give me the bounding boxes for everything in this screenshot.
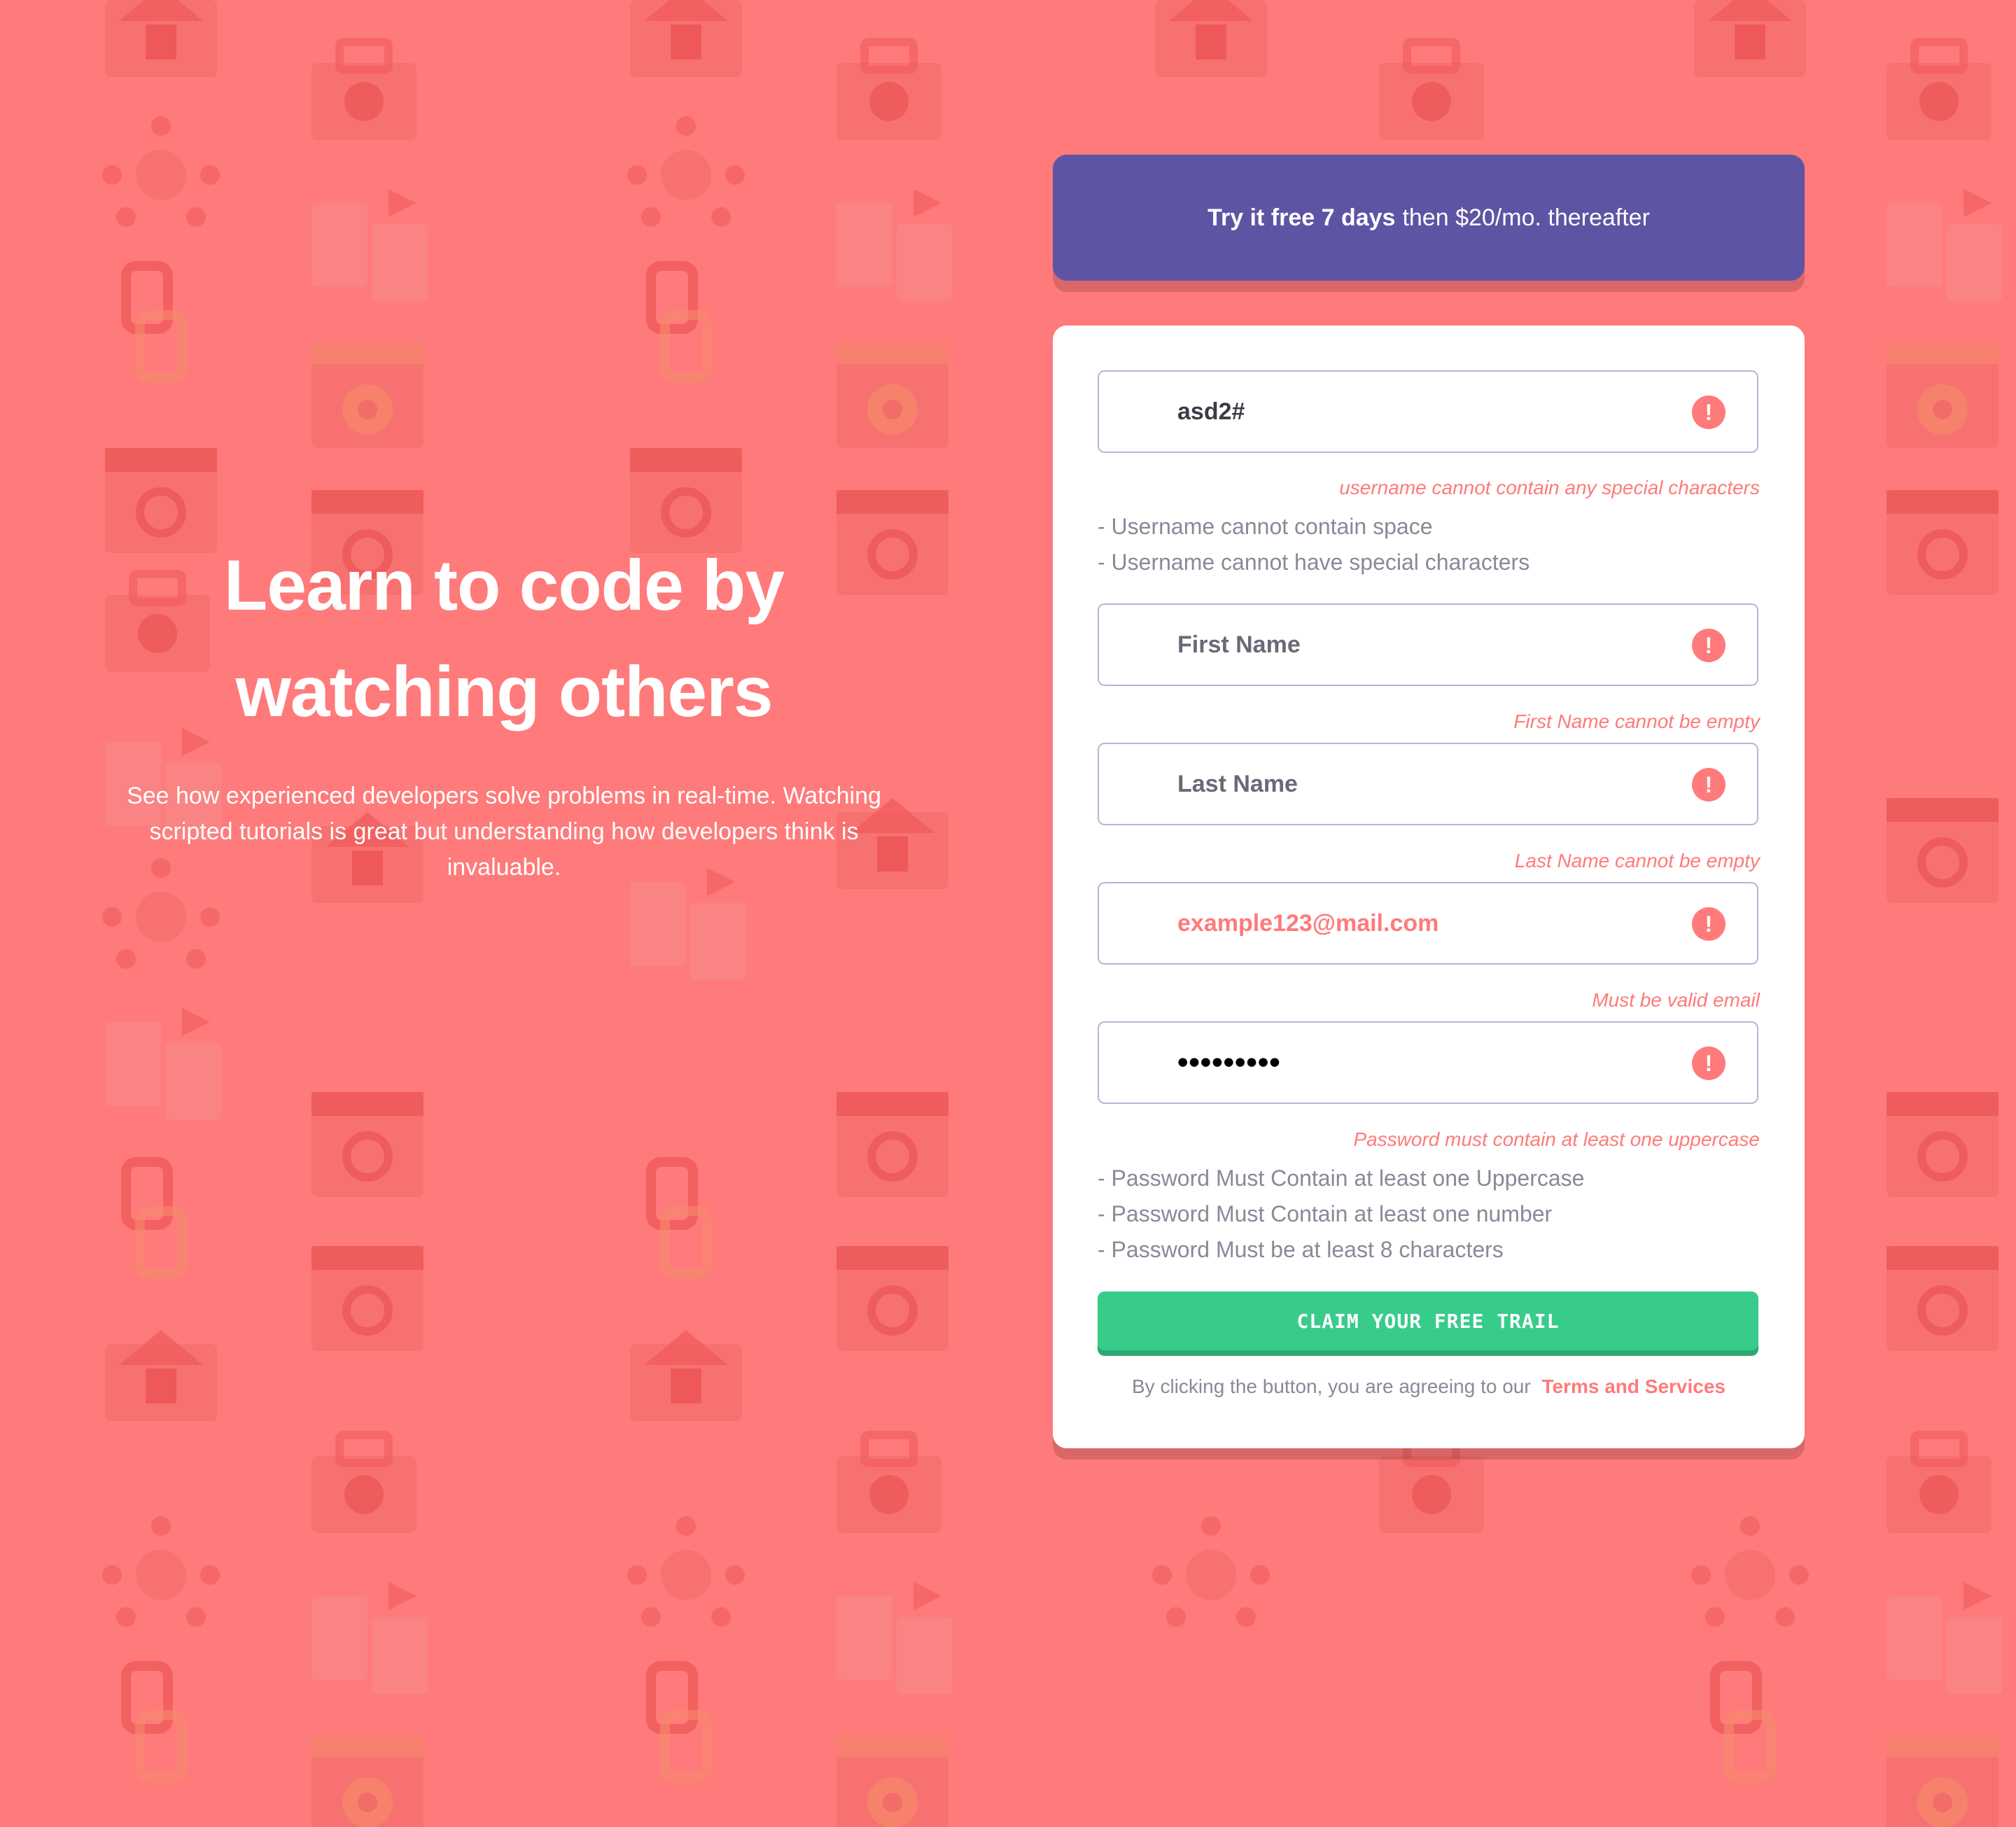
username-error: username cannot contain any special char… [1339,477,1760,498]
password-value[interactable]: ••••••••• [1177,1023,1281,1102]
username-hints: - Username cannot contain space - Userna… [1098,509,1758,580]
terms-link[interactable]: Terms and Services [1541,1376,1726,1397]
password-hints: - Password Must Contain at least one Upp… [1098,1161,1758,1268]
hint-item: - Password Must Contain at least one Upp… [1098,1166,1585,1191]
signup-form: asd2# ! username cannot contain any spec… [1053,326,1805,1448]
intro-section: Learn to code by watching others See how… [98,532,910,886]
last-name-placeholder[interactable]: Last Name [1177,744,1298,824]
last-name-field[interactable]: Last Name ! [1098,743,1758,825]
title-line-1: Learn to code by [223,545,785,625]
first-name-placeholder[interactable]: First Name [1177,605,1301,685]
username-field[interactable]: asd2# ! [1098,370,1758,453]
error-icon: ! [1692,396,1726,429]
username-value[interactable]: asd2# [1177,372,1245,451]
password-field[interactable]: ••••••••• ! [1098,1021,1758,1104]
hint-item: - Password Must be at least 8 characters [1098,1237,1504,1262]
hint-item: - Username cannot contain space [1098,514,1433,539]
first-name-field[interactable]: First Name ! [1098,603,1758,686]
hint-item: - Username cannot have special character… [1098,550,1530,575]
last-name-error: Last Name cannot be empty [1514,850,1760,872]
error-icon: ! [1692,1046,1726,1080]
title-line-2: watching others [235,652,773,732]
email-field[interactable]: example123@mail.com ! [1098,882,1758,965]
terms-prefix: By clicking the button, you are agreeing… [1132,1376,1531,1397]
claim-free-trial-button[interactable]: CLAIM YOUR FREE TRAIL [1098,1292,1758,1350]
error-icon: ! [1692,629,1726,662]
email-error: Must be valid email [1592,989,1760,1011]
page-title: Learn to code by watching others [98,532,910,745]
hint-item: - Password Must Contain at least one num… [1098,1201,1553,1226]
promo-bold-text: Try it free 7 days [1208,204,1396,231]
email-placeholder[interactable]: example123@mail.com [1177,883,1438,963]
terms-note: By clicking the button, you are agreeing… [1053,1376,1805,1398]
error-icon: ! [1692,907,1726,941]
password-error: Password must contain at least one upper… [1353,1128,1760,1150]
promo-banner: Try it free 7 days then $20/mo. thereaft… [1053,155,1805,281]
first-name-error: First Name cannot be empty [1513,710,1760,732]
intro-description: See how experienced developers solve pro… [127,783,881,881]
promo-text: then $20/mo. thereafter [1402,204,1650,231]
error-icon: ! [1692,768,1726,802]
